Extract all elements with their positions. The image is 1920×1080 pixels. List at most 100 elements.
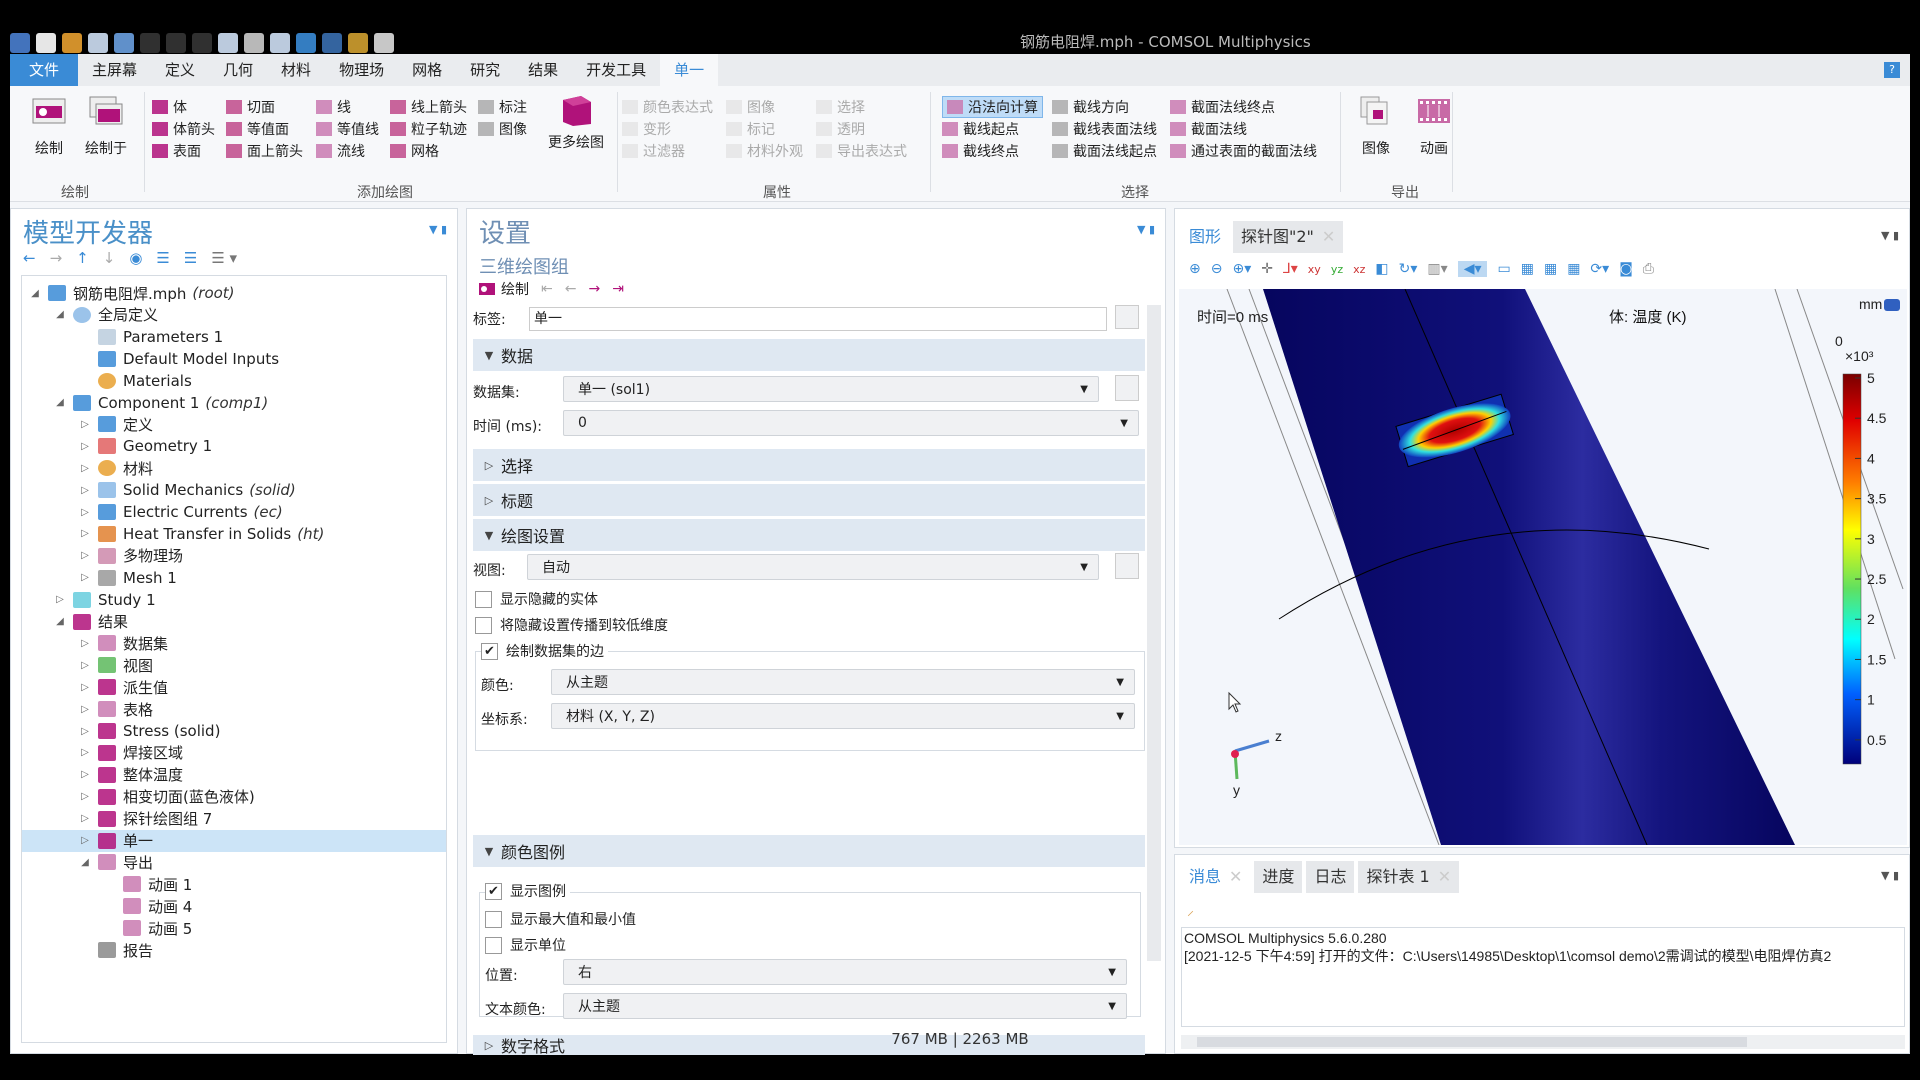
ribbon-tab[interactable]: 网格	[398, 54, 456, 86]
tree-node[interactable]: ▷ 相变切面(蓝色液体)	[22, 786, 446, 808]
panel-tab[interactable]: 图形	[1181, 221, 1230, 253]
collapsed-icon[interactable]: ▷	[78, 704, 92, 715]
ribbon-tab[interactable]: 文件	[10, 54, 78, 86]
panel-tab[interactable]: 探针表 1 ✕	[1358, 861, 1460, 893]
ribbon-button[interactable]: 线上箭头	[390, 96, 467, 118]
panel-tab[interactable]: 消息 ✕	[1181, 861, 1251, 893]
panel-tab[interactable]: 探针图"2" ✕	[1233, 221, 1344, 253]
plot-button[interactable]: 绘制	[24, 86, 74, 158]
screenshot-icon[interactable]: ◙	[1619, 261, 1633, 277]
legend-toggle-icon[interactable]	[1884, 299, 1900, 311]
save-as-icon[interactable]	[114, 33, 134, 53]
tree-node[interactable]: Materials	[22, 370, 446, 392]
export-animation-button[interactable]: 动画	[1406, 86, 1462, 158]
collapsed-icon[interactable]: ▷	[78, 528, 92, 539]
ribbon-tab[interactable]: 几何	[209, 54, 267, 86]
settings-scrollbar[interactable]	[1147, 305, 1161, 961]
next-icon[interactable]: →	[588, 281, 600, 297]
tree-node[interactable]: ▷ 多物理场	[22, 545, 446, 567]
forward-icon[interactable]: →	[50, 249, 63, 267]
checkbox[interactable]	[485, 910, 502, 928]
copy-icon[interactable]	[218, 33, 238, 53]
checkbox[interactable]: ✔	[485, 882, 502, 900]
view-select[interactable]: 自动 ▼	[527, 554, 1099, 580]
tree-node[interactable]: ▷ Mesh 1	[22, 567, 446, 589]
tree-node[interactable]: ▷ 数据集	[22, 632, 446, 654]
ribbon-button[interactable]: 截线表面法线	[1052, 118, 1157, 140]
graphics-canvas[interactable]: 时间=0 ms 体: 温度 (K) mm 0 ×10³ 5 4.5 4 3.5 3 2.5…	[1179, 289, 1907, 845]
collapsed-icon[interactable]: ▷	[78, 813, 92, 824]
zoom-out-icon[interactable]: ⊖	[1211, 261, 1223, 277]
collapsed-icon[interactable]: ▷	[78, 682, 92, 693]
tree-node[interactable]: 动画 5	[22, 917, 446, 939]
tree-node[interactable]: 动画 4	[22, 895, 446, 917]
tree-node[interactable]: ▷ Heat Transfer in Solids (ht)	[22, 523, 446, 545]
legend-position-select[interactable]: 右 ▼	[563, 959, 1127, 985]
plot-button[interactable]: 绘制	[479, 279, 529, 299]
ribbon-button[interactable]: 切面	[226, 96, 275, 118]
panel-tab[interactable]: 进度	[1254, 861, 1303, 893]
section-color-legend[interactable]: ▼ 颜色图例	[473, 835, 1145, 867]
move-down-icon[interactable]: ↓	[103, 249, 116, 267]
tree-node[interactable]: 动画 1	[22, 873, 446, 895]
tree-node[interactable]: ▷ 派生值	[22, 676, 446, 698]
expanded-icon[interactable]: ◢	[78, 857, 92, 868]
paste-icon[interactable]	[192, 33, 212, 53]
render-icon[interactable]: ▦	[1544, 261, 1557, 277]
tree-node[interactable]: ▷ 探针绘图组 7	[22, 808, 446, 830]
panel-tab[interactable]: 日志	[1306, 861, 1355, 893]
propagate-hiding-checkbox[interactable]: 将隐藏设置传播到较低维度	[475, 615, 668, 635]
tree-node[interactable]: 报告	[22, 939, 446, 961]
xy-view-icon[interactable]: xy	[1308, 263, 1321, 276]
section-plot-settings[interactable]: ▼ 绘图设置	[473, 519, 1145, 551]
collapsed-icon[interactable]: ▷	[78, 638, 92, 649]
reset-icon[interactable]: ⟳▾	[1590, 261, 1609, 277]
text-color-select[interactable]: 从主题 ▼	[563, 993, 1127, 1019]
save-icon[interactable]	[88, 33, 108, 53]
tree-node[interactable]: ▷ 表格	[22, 698, 446, 720]
clear-icon[interactable]	[348, 33, 368, 53]
collapsed-icon[interactable]: ▷	[78, 485, 92, 496]
collapsed-icon[interactable]: ▷	[78, 572, 92, 583]
print-icon[interactable]: ⎙	[1643, 261, 1654, 277]
wireframe-icon[interactable]: ▭	[1497, 261, 1510, 277]
tree-node[interactable]: ▷ 材料	[22, 457, 446, 479]
new-icon[interactable]	[36, 33, 56, 53]
plot-edges-checkbox[interactable]: ✔ 绘制数据集的边	[481, 641, 608, 661]
select-icon[interactable]	[322, 33, 342, 53]
yz-view-icon[interactable]: yz	[1331, 263, 1343, 276]
ribbon-button[interactable]: 截面法线终点	[1170, 96, 1275, 118]
expand-all-icon[interactable]: ☰	[184, 249, 197, 267]
ribbon-tab[interactable]: 材料	[267, 54, 325, 86]
ribbon-button[interactable]: 截面法线起点	[1052, 140, 1157, 162]
camera-icon[interactable]: ◧	[1375, 261, 1388, 277]
show-hidden-checkbox[interactable]: 显示隐藏的实体	[475, 589, 598, 609]
tree-node[interactable]: ▷ 整体温度	[22, 764, 446, 786]
collapsed-icon[interactable]: ▷	[78, 507, 92, 518]
ribbon-button[interactable]: 体箭头	[152, 118, 215, 140]
ribbon-button[interactable]: 粒子轨迹	[390, 118, 467, 140]
ribbon-tab[interactable]: 物理场	[325, 54, 398, 86]
tree-node[interactable]: ▷ Study 1	[22, 589, 446, 611]
open-icon[interactable]	[62, 33, 82, 53]
ribbon-button[interactable]: 表面	[152, 140, 201, 162]
frame-select[interactable]: 材料 (X, Y, Z) ▼	[551, 703, 1135, 729]
collapsed-icon[interactable]: ▷	[78, 769, 92, 780]
xz-view-icon[interactable]: xz	[1353, 263, 1365, 276]
axis-orientation-icon[interactable]: ⅃▾	[1283, 261, 1298, 277]
tree-node[interactable]: Default Model Inputs	[22, 348, 446, 370]
expanded-icon[interactable]: ◢	[53, 397, 67, 408]
first-icon[interactable]: ⇤	[541, 281, 553, 297]
clear-icon[interactable]: ⸝	[1187, 901, 1194, 920]
tree-node[interactable]: ◢ 全局定义	[22, 304, 446, 326]
tree-node[interactable]: ▷ Solid Mechanics (solid)	[22, 479, 446, 501]
collapsed-icon[interactable]: ▷	[78, 835, 92, 846]
transfer-icon[interactable]	[270, 33, 290, 53]
ribbon-button[interactable]: 截面法线	[1170, 118, 1247, 140]
time-select[interactable]: 0 ▼	[563, 410, 1139, 436]
ribbon-button[interactable]: 网格	[390, 140, 439, 162]
collapsed-icon[interactable]: ▷	[78, 419, 92, 430]
grid-icon[interactable]: ▦	[1521, 261, 1534, 277]
ribbon-button[interactable]: 截线终点	[942, 140, 1019, 162]
ribbon-button[interactable]: 等值面	[226, 118, 289, 140]
